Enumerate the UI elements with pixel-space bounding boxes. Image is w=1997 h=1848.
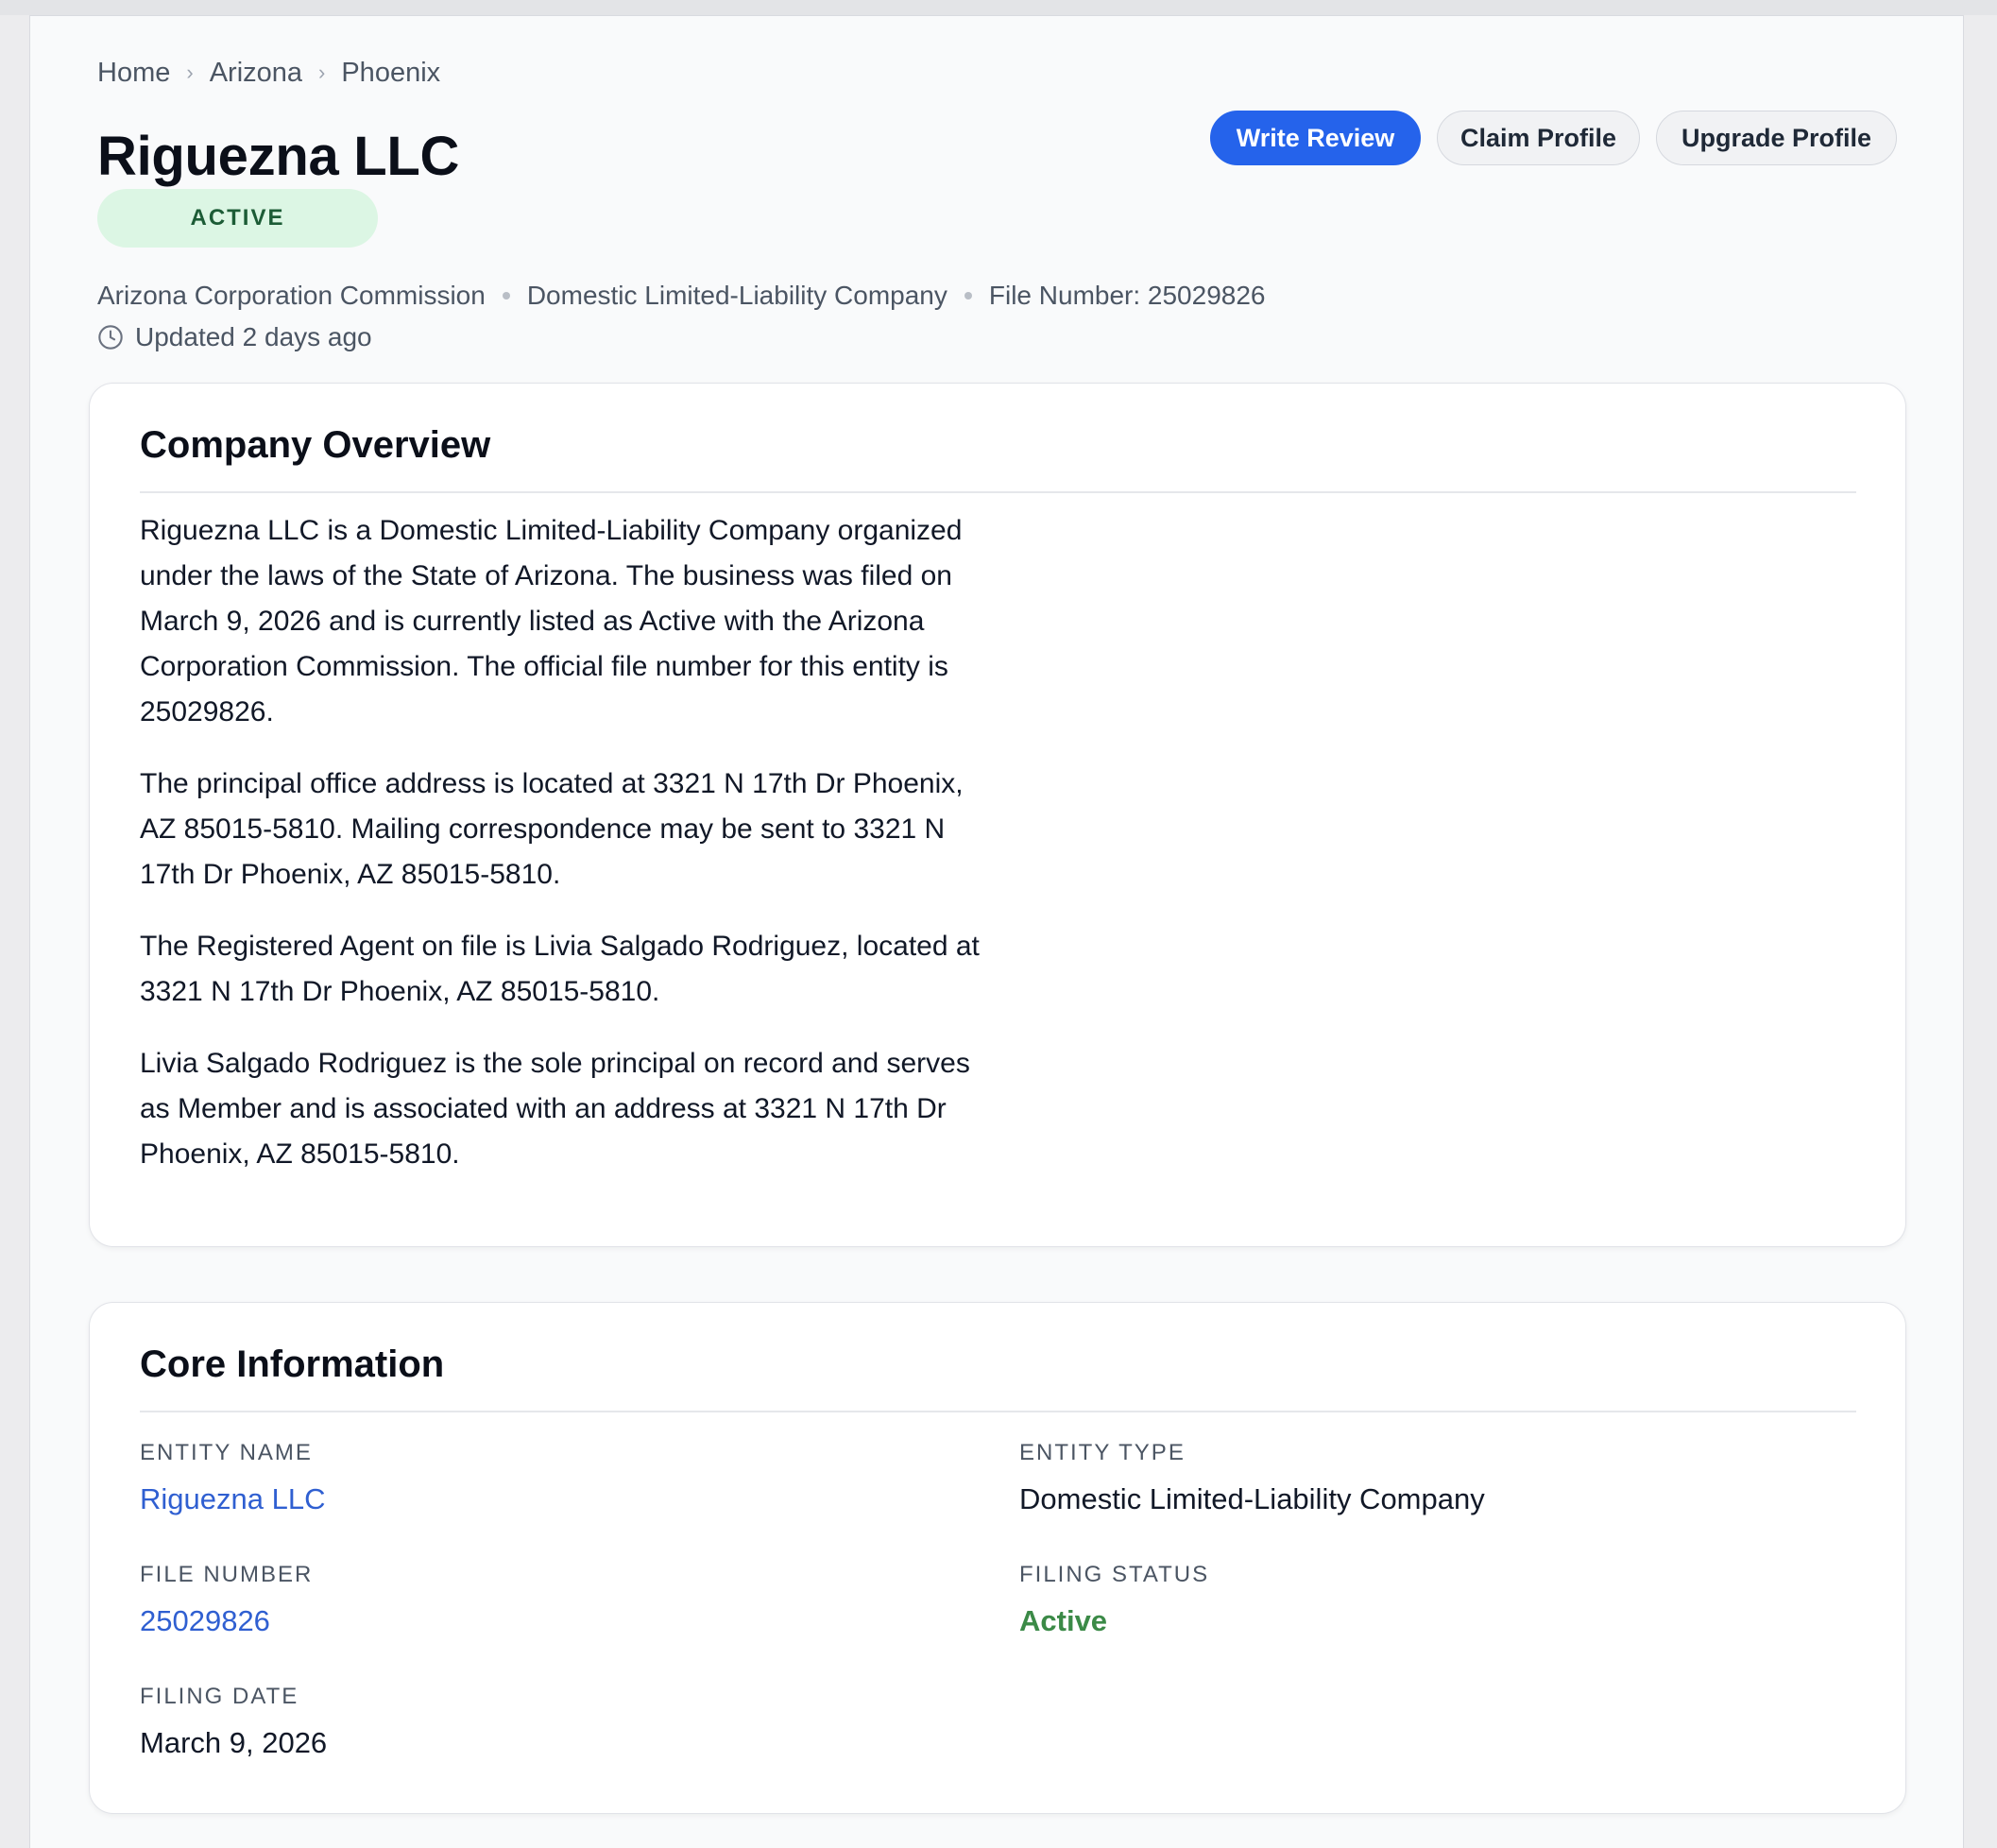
overview-paragraph: Livia Salgado Rodriguez is the sole prin… xyxy=(140,1048,970,1170)
breadcrumb-arizona[interactable]: Arizona xyxy=(210,58,302,89)
filing-status-label: FILING STATUS xyxy=(1019,1562,1210,1587)
entity-type-label: ENTITY TYPE xyxy=(1019,1440,1186,1465)
overview-paragraph: The principal office address is located … xyxy=(140,768,964,890)
dot-separator-icon xyxy=(502,292,510,299)
page-container: Home › Arizona › Phoenix Riguezna LLC AC… xyxy=(29,15,1964,1848)
meta-entity-type: Domestic Limited-Liability Company xyxy=(526,281,947,310)
filing-date-value: March 9, 2026 xyxy=(140,1726,328,1759)
breadcrumb: Home › Arizona › Phoenix xyxy=(97,54,440,92)
status-badge: ACTIVE xyxy=(97,189,378,248)
updated-info: Updated 2 days ago xyxy=(97,318,372,356)
upgrade-profile-button[interactable]: Upgrade Profile xyxy=(1656,111,1897,165)
entity-type-field: ENTITY TYPE Domestic Limited-Liability C… xyxy=(1019,1439,1485,1518)
company-overview-card: Company Overview Riguezna LLC is a Domes… xyxy=(89,383,1906,1247)
company-overview-text: Riguezna LLC is a Domestic Limited-Liabi… xyxy=(140,508,990,1204)
meta-file-number: File Number: 25029826 xyxy=(988,281,1266,310)
divider xyxy=(140,491,1856,493)
core-information-card: Core Information ENTITY NAME Riguezna LL… xyxy=(89,1302,1906,1814)
company-overview-heading: Company Overview xyxy=(140,424,491,466)
filing-date-label: FILING DATE xyxy=(140,1684,299,1709)
chevron-right-icon: › xyxy=(318,60,326,84)
claim-profile-button[interactable]: Claim Profile xyxy=(1437,111,1640,165)
filing-date-field: FILING DATE March 9, 2026 xyxy=(140,1683,327,1762)
entity-type-value: Domestic Limited-Liability Company xyxy=(1019,1482,1485,1515)
divider xyxy=(140,1411,1856,1412)
file-number-link[interactable]: 25029826 xyxy=(140,1602,270,1640)
entity-name-label: ENTITY NAME xyxy=(140,1440,313,1465)
overview-paragraph: The Registered Agent on file is Livia Sa… xyxy=(140,931,980,1007)
breadcrumb-home[interactable]: Home xyxy=(97,58,170,89)
filing-status-field: FILING STATUS Active xyxy=(1019,1561,1209,1640)
clock-icon xyxy=(98,325,123,350)
core-information-heading: Core Information xyxy=(140,1343,445,1385)
entity-meta: Arizona Corporation Commission Domestic … xyxy=(97,277,1266,315)
overview-paragraph: Riguezna LLC is a Domestic Limited-Liabi… xyxy=(140,515,963,727)
header-actions: Write Review Claim Profile Upgrade Profi… xyxy=(1210,111,1897,165)
dot-separator-icon xyxy=(964,292,972,299)
entity-name-field: ENTITY NAME Riguezna LLC xyxy=(140,1439,325,1518)
page-title: Riguezna LLC xyxy=(97,126,460,187)
file-number-field: FILE NUMBER 25029826 xyxy=(140,1561,313,1640)
file-number-label: FILE NUMBER xyxy=(140,1562,314,1587)
write-review-button[interactable]: Write Review xyxy=(1210,111,1421,165)
chevron-right-icon: › xyxy=(186,60,194,84)
entity-name-link[interactable]: Riguezna LLC xyxy=(140,1480,325,1518)
filing-status-value: Active xyxy=(1019,1604,1108,1637)
window-top-edge xyxy=(0,0,1997,15)
meta-agency: Arizona Corporation Commission xyxy=(97,281,486,310)
breadcrumb-phoenix[interactable]: Phoenix xyxy=(341,58,440,89)
updated-text: Updated 2 days ago xyxy=(135,322,372,351)
